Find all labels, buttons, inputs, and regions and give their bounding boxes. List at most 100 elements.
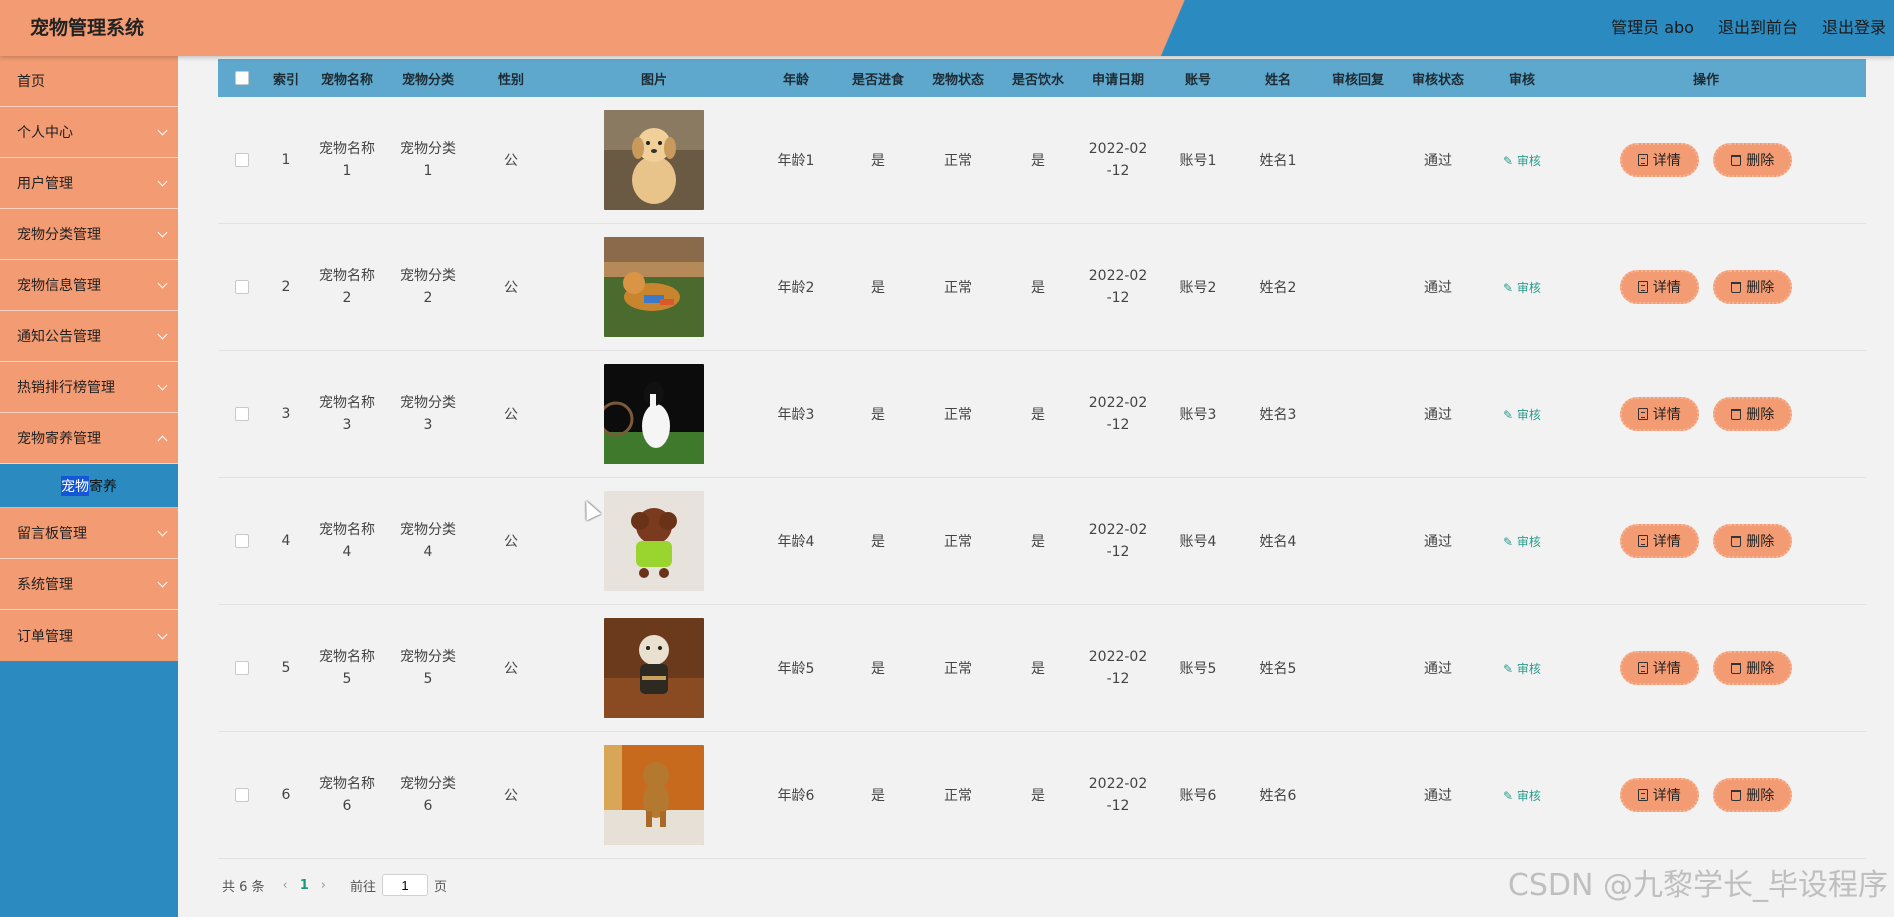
age-cell: 年龄4	[777, 534, 815, 550]
column-header: 姓名	[1264, 72, 1291, 88]
realname-cell: 姓名6	[1259, 788, 1297, 804]
audit-link[interactable]: ✎ 审核	[1503, 662, 1541, 676]
pet-category-number: 6	[423, 798, 433, 814]
column-header: 是否进食	[851, 72, 904, 88]
row-checkbox[interactable]	[235, 788, 249, 802]
audit-label: 审核	[1516, 153, 1541, 168]
sidebar-item-pet-info[interactable]: 宠物信息管理	[0, 260, 178, 311]
detail-button[interactable]: 详情	[1619, 142, 1699, 177]
sidebar-item-system[interactable]: 系统管理	[0, 559, 178, 610]
column-header: 是否饮水	[1011, 72, 1064, 88]
realname-cell: 姓名5	[1259, 661, 1297, 677]
sidebar-item-users[interactable]: 用户管理	[0, 158, 178, 209]
age-cell: 年龄6	[777, 788, 815, 804]
row-checkbox[interactable]	[235, 280, 249, 294]
column-header: 账号	[1184, 72, 1211, 88]
sidebar-item-label: 留言板管理	[17, 526, 87, 542]
goto-page-input[interactable]	[382, 874, 429, 896]
audit-label: 审核	[1516, 534, 1541, 549]
sidebar-item-message-board[interactable]: 留言板管理	[0, 508, 178, 559]
account-cell: 账号2	[1179, 280, 1217, 296]
delete-button[interactable]: 删除	[1713, 524, 1793, 559]
sidebar-item-foster[interactable]: 宠物寄养管理	[0, 413, 178, 464]
pet-status-cell: 正常	[944, 280, 972, 296]
sidebar-item-home[interactable]: 首页	[0, 56, 178, 107]
gender-cell: 公	[504, 534, 518, 550]
eating-cell: 是	[871, 661, 885, 677]
detail-button[interactable]: 详情	[1619, 777, 1699, 812]
column-header: 性别	[497, 72, 524, 88]
table-row: 3 宠物名称 3 宠物分类 3 公 年龄3 是 正常 是 2022-02 -12 账号…	[218, 351, 1866, 478]
table-header: 索引 宠物名称 宠物分类 性别 图片 年龄 是否进食 宠物状态 是否饮水 申请日…	[218, 59, 1866, 97]
sidebar-item-ranking[interactable]: 热销排行榜管理	[0, 362, 178, 413]
pet-status-cell: 正常	[944, 534, 972, 550]
sidebar-item-notice[interactable]: 通知公告管理	[0, 311, 178, 362]
detail-button[interactable]: 详情	[1619, 523, 1699, 558]
trash-icon	[1731, 789, 1742, 801]
detail-label: 详情	[1652, 660, 1681, 677]
pet-category-cell: 宠物分类 2	[388, 265, 468, 309]
apply-date-cell: 2022-02 -12	[1078, 265, 1158, 309]
row-checkbox[interactable]	[235, 407, 249, 421]
index-cell: 4	[281, 533, 291, 549]
pet-name-number: 4	[342, 544, 352, 560]
delete-button[interactable]: 删除	[1713, 397, 1793, 432]
index-cell: 3	[281, 406, 291, 422]
sidebar-subitem-label: 寄养	[89, 478, 117, 495]
row-checkbox[interactable]	[235, 153, 249, 167]
realname-cell: 姓名1	[1259, 153, 1297, 169]
actions-cell: 详情 删除	[1566, 523, 1846, 559]
page-number[interactable]: 1	[300, 878, 309, 893]
account-cell: 账号5	[1179, 661, 1217, 677]
drinking-cell: 是	[1031, 788, 1045, 804]
detail-button[interactable]: 详情	[1619, 269, 1699, 304]
audit-link[interactable]: ✎ 审核	[1503, 408, 1541, 422]
row-checkbox[interactable]	[235, 534, 249, 548]
audit-link[interactable]: ✎ 审核	[1503, 789, 1541, 803]
gender-cell: 公	[504, 788, 518, 804]
delete-button[interactable]: 删除	[1713, 143, 1793, 178]
sidebar-item-label: 热销排行榜管理	[17, 380, 115, 396]
trash-icon	[1731, 281, 1742, 293]
apply-date-cell: 2022-02 -12	[1078, 773, 1158, 817]
pet-status-cell: 正常	[944, 153, 972, 169]
sidebar: 首页 个人中心 用户管理 宠物分类管理 宠物信息管理 通知公告管理 热销排行榜管…	[0, 56, 178, 917]
audit-link[interactable]: ✎ 审核	[1503, 154, 1541, 168]
pet-name-text: 宠物名称	[319, 268, 375, 284]
exit-to-front-link[interactable]: 退出到前台	[1718, 14, 1798, 38]
prev-page-icon[interactable]: ‹	[283, 878, 288, 893]
pet-category-text: 宠物分类	[400, 522, 456, 538]
index-cell: 1	[281, 152, 291, 168]
date-part-1: 2022-02	[1088, 141, 1148, 157]
column-header: 宠物状态	[931, 72, 984, 88]
column-header: 年龄	[782, 72, 809, 88]
document-icon	[1637, 788, 1648, 801]
date-part-2: -12	[1106, 544, 1130, 560]
sidebar-item-pet-category[interactable]: 宠物分类管理	[0, 209, 178, 260]
eating-cell: 是	[871, 280, 885, 296]
chevron-down-icon	[157, 629, 168, 639]
delete-button[interactable]: 删除	[1713, 651, 1793, 686]
trash-icon	[1731, 154, 1742, 166]
sidebar-item-label: 个人中心	[17, 125, 73, 141]
next-page-icon[interactable]: ›	[321, 878, 326, 893]
pet-name-number: 3	[342, 417, 352, 433]
detail-button[interactable]: 详情	[1619, 650, 1699, 685]
sidebar-subitem-pet-foster[interactable]: 宠物 寄养	[0, 464, 178, 508]
admin-user-label[interactable]: 管理员 abo	[1611, 14, 1694, 38]
logout-link[interactable]: 退出登录	[1822, 14, 1886, 38]
row-checkbox[interactable]	[235, 661, 249, 675]
delete-button[interactable]: 删除	[1713, 270, 1793, 305]
detail-button[interactable]: 详情	[1619, 396, 1699, 431]
sidebar-item-orders[interactable]: 订单管理	[0, 610, 178, 661]
document-icon	[1637, 534, 1648, 547]
row-select-cell	[218, 406, 266, 422]
audit-label: 审核	[1516, 788, 1541, 803]
sidebar-item-personal-center[interactable]: 个人中心	[0, 107, 178, 158]
table-row: 5 宠物名称 5 宠物分类 5 公 年龄5 是 正常 是 2022-02 -12 账号…	[218, 605, 1866, 732]
select-all-checkbox[interactable]	[235, 71, 249, 85]
audit-link[interactable]: ✎ 审核	[1503, 535, 1541, 549]
pet-category-text: 宠物分类	[400, 141, 456, 157]
audit-link[interactable]: ✎ 审核	[1503, 281, 1541, 295]
delete-button[interactable]: 删除	[1713, 778, 1793, 813]
